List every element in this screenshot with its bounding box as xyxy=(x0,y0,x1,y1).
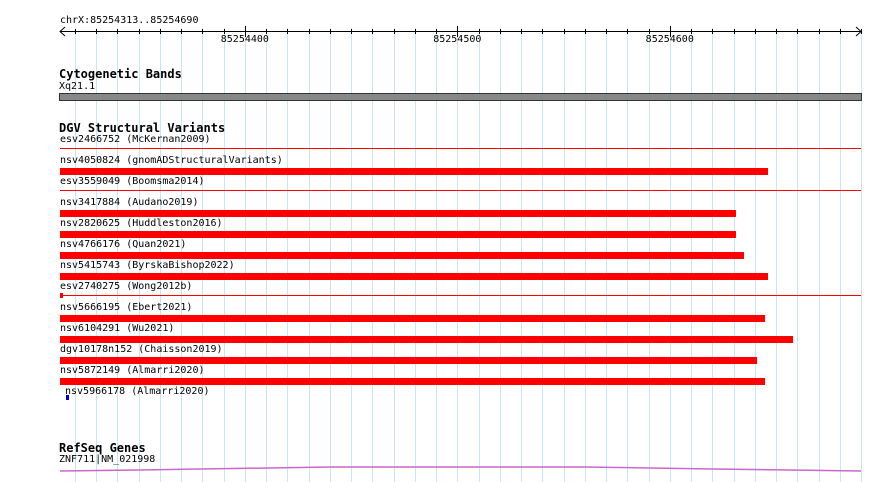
refseq-gene-line[interactable] xyxy=(59,466,862,472)
ruler-tick-label: 85254400 xyxy=(220,34,269,45)
cytoband-bar[interactable] xyxy=(59,93,862,101)
cytoband-label: Xq21.1 xyxy=(59,81,96,92)
dgv-variant-bar[interactable] xyxy=(60,252,745,259)
dgv-variant-label[interactable]: nsv6104291 (Wu2021) xyxy=(60,323,174,335)
dgv-variant-label[interactable]: esv3559049 (Boomsma2014) xyxy=(60,176,205,188)
dgv-variant-label[interactable]: nsv4766176 (Quan2021) xyxy=(60,239,186,251)
dgv-variant-label[interactable]: nsv5872149 (Almarri2020) xyxy=(60,365,205,377)
dgv-variant-label[interactable]: nsv5415743 (ByrskaBishop2022) xyxy=(60,260,235,272)
ruler-tick-label: 85254600 xyxy=(645,34,694,45)
dgv-variant-label[interactable]: esv2740275 (Wong2012b) xyxy=(60,281,192,293)
dgv-variant-bar[interactable] xyxy=(60,378,766,385)
dgv-variant-label[interactable]: nsv5966178 (Almarri2020) xyxy=(65,386,210,398)
dgv-variant-mark[interactable] xyxy=(66,395,69,400)
dgv-variant-label[interactable]: nsv3417884 (Audano2019) xyxy=(60,197,198,209)
dgv-variant-bar[interactable] xyxy=(60,210,736,217)
dgv-variant-line[interactable] xyxy=(60,190,861,191)
dgv-variant-label[interactable]: nsv2820625 (Huddleston2016) xyxy=(60,218,223,230)
dgv-variant-bar[interactable] xyxy=(60,273,768,280)
dgv-variant-line[interactable] xyxy=(60,295,861,296)
dgv-variant-label[interactable]: esv2466752 (McKernan2009) xyxy=(60,134,211,146)
ruler-tick-label: 85254500 xyxy=(433,34,482,45)
dgv-variant-bar[interactable] xyxy=(60,336,793,343)
dgv-variant-label[interactable]: nsv5666195 (Ebert2021) xyxy=(60,302,192,314)
dgv-variant-bar[interactable] xyxy=(60,168,768,175)
dgv-track-title[interactable]: DGV Structural Variants xyxy=(59,121,225,135)
dgv-variant-label[interactable]: dgv10178n152 (Chaisson2019) xyxy=(60,344,223,356)
dgv-variant-bar[interactable] xyxy=(60,315,766,322)
ruler-range-label: chrX:85254313..85254690 xyxy=(60,15,199,26)
dgv-variant-line[interactable] xyxy=(60,148,861,149)
refseq-track-title[interactable]: RefSeq Genes xyxy=(59,441,146,455)
dgv-variant-bar[interactable] xyxy=(60,231,736,238)
refseq-gene-feature[interactable] xyxy=(0,462,890,474)
dgv-variant-bar[interactable] xyxy=(60,357,757,364)
dgv-variant-label[interactable]: nsv4050824 (gnomADStructuralVariants) xyxy=(60,155,283,167)
cytoband-track-title[interactable]: Cytogenetic Bands xyxy=(59,67,182,81)
